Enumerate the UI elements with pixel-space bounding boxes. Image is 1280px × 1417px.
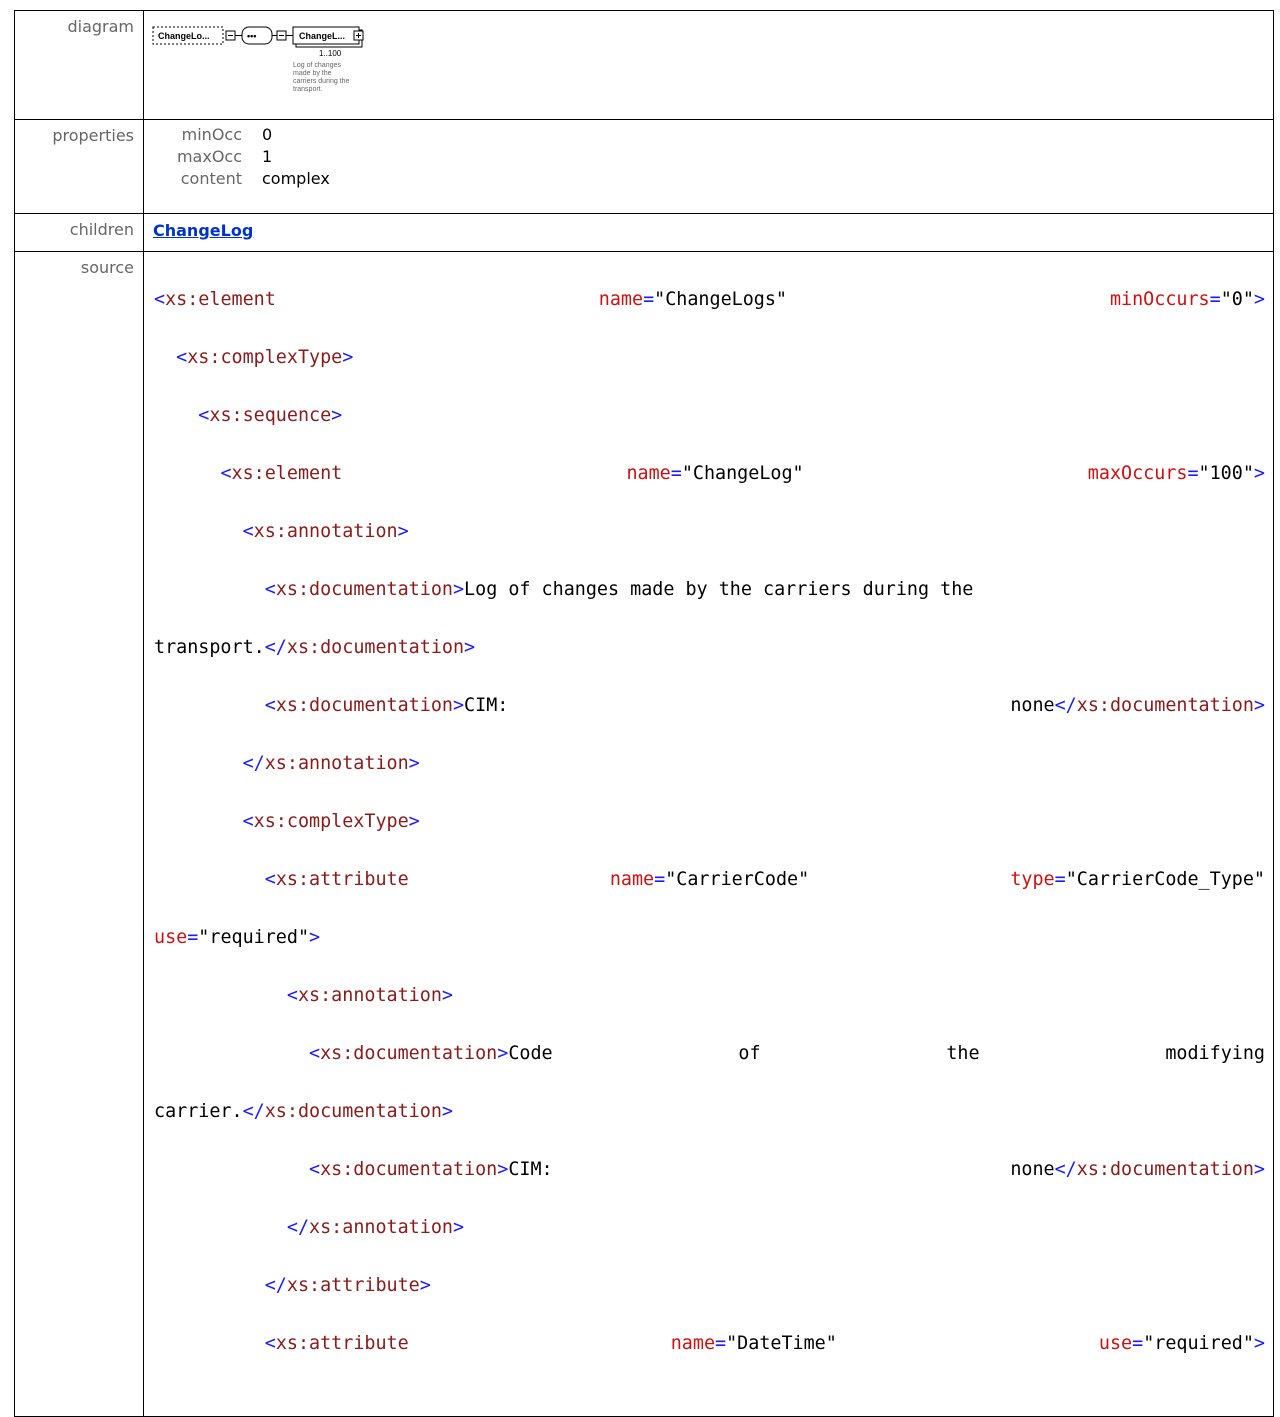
- source-line: transport.</xs:documentation>: [154, 637, 476, 658]
- source-code: <xs:element name="ChangeLogs" minOccurs="0…: [144, 252, 1273, 1416]
- child-element-label: ChangeL...: [299, 31, 345, 41]
- svg-text:carriers during the: carriers during the: [293, 78, 350, 85]
- source-line: <xs:complexType>: [242, 811, 420, 832]
- source-line: <xs:documentation>CIM: none</xs:documenta…: [264, 695, 1265, 716]
- property-row: minOcc 0: [181, 125, 273, 144]
- root-element-label: ChangeLo...: [158, 31, 210, 41]
- svg-text:made by the: made by the: [293, 70, 332, 77]
- source-line: <xs:element name="ChangeLogs" minOccurs="0…: [154, 289, 1265, 310]
- child-occurs: 1..100: [319, 49, 342, 58]
- source-line: <xs:complexType>: [176, 347, 354, 368]
- source-line: </xs:annotation>: [242, 753, 420, 774]
- source-line: <xs:documentation>Code of the modifying: [309, 1043, 1265, 1064]
- child-annotation: Log of changes made by the carriers duri…: [293, 62, 350, 93]
- properties-row: properties minOcc 0 maxOcc 1 content comple…: [14, 119, 1274, 214]
- source-row: source <xs:element name="ChangeLogs" minOc…: [14, 251, 1274, 1417]
- property-row: content complex: [180, 169, 330, 188]
- children-row: children ChangeLog: [14, 213, 1274, 252]
- properties-cell: minOcc 0 maxOcc 1 content complex: [143, 119, 1274, 214]
- properties-label: properties: [14, 119, 144, 214]
- source-line: <xs:annotation>: [286, 985, 453, 1006]
- element-doc-table: diagram ChangeLo... ••• ChangeL... 1..10…: [14, 10, 1274, 1417]
- sequence-dots: •••: [247, 31, 256, 41]
- svg-text:transport.: transport.: [293, 86, 323, 93]
- properties-grid: minOcc 0 maxOcc 1 content complex: [144, 120, 1273, 190]
- source-line: <xs:documentation>Log of changes made by…: [264, 579, 974, 600]
- source-line: carrier.</xs:documentation>: [154, 1101, 453, 1122]
- source-line: <xs:annotation>: [242, 521, 409, 542]
- source-line: <xs:attribute name="DateTime" use="require…: [264, 1333, 1265, 1354]
- diagram-svg: ChangeLo... ••• ChangeL... 1..100 Log of…: [152, 26, 364, 93]
- schema-diagram: ChangeLo... ••• ChangeL... 1..100 Log of…: [144, 11, 1273, 119]
- svg-text:Log of changes: Log of changes: [293, 62, 341, 69]
- source-line: <xs:element name="ChangeLog" maxOccurs="10…: [220, 463, 1265, 484]
- child-link-changelog[interactable]: ChangeLog: [153, 221, 253, 240]
- source-line: <xs:attribute name="CarrierCode" type="Car…: [264, 869, 1265, 890]
- children-label: children: [14, 213, 144, 252]
- children-cell: ChangeLog: [143, 213, 1274, 252]
- source-line: </xs:annotation>: [286, 1217, 465, 1238]
- property-row: maxOcc 1: [176, 147, 273, 166]
- source-cell: <xs:element name="ChangeLogs" minOccurs="0…: [143, 251, 1274, 1417]
- source-line: </xs:attribute>: [264, 1275, 431, 1296]
- source-label: source: [14, 251, 144, 1417]
- diagram-label: diagram: [14, 10, 144, 120]
- source-line: <xs:sequence>: [198, 405, 343, 426]
- source-line: <xs:documentation>CIM: none</xs:documenta…: [309, 1159, 1265, 1180]
- diagram-row: diagram ChangeLo... ••• ChangeL... 1..10…: [14, 10, 1274, 120]
- diagram-cell: ChangeLo... ••• ChangeL... 1..100 Log of…: [143, 10, 1274, 120]
- source-line: use="required">: [154, 927, 321, 948]
